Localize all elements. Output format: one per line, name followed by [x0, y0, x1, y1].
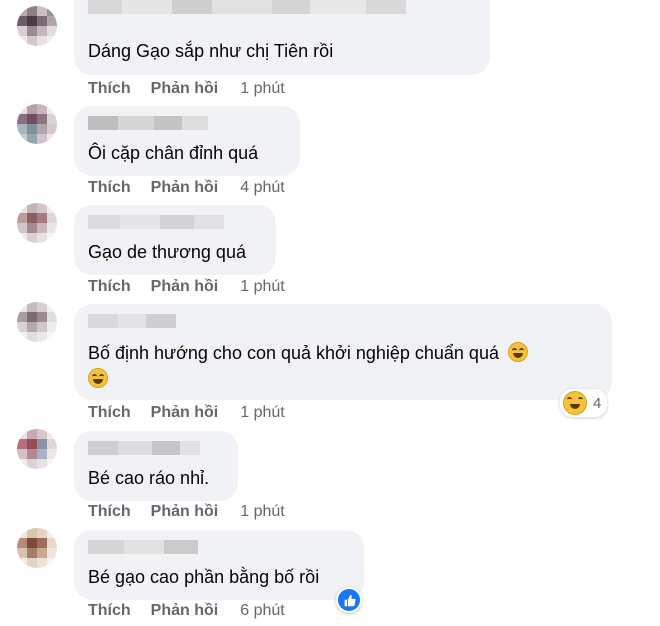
- like-link[interactable]: Thích: [88, 79, 131, 99]
- timestamp[interactable]: 4 phút: [240, 178, 284, 198]
- comment-bubble: Ôi cặp chân đỉnh quá: [74, 106, 300, 176]
- reaction-count: 4: [593, 394, 602, 412]
- laughing-emoji-icon: [507, 342, 528, 362]
- like-link[interactable]: Thích: [88, 178, 131, 198]
- comment-actions: Thích Phản hồi 6 phút: [88, 601, 285, 621]
- commenter-name-blurred[interactable]: [88, 0, 406, 14]
- comment-text: Gạo de thương quá: [88, 242, 246, 262]
- laughing-emoji-icon: [563, 391, 587, 415]
- reply-link[interactable]: Phản hồi: [151, 277, 219, 297]
- commenter-name-blurred[interactable]: [88, 540, 198, 554]
- comment-text-body: Bố định hướng cho con quả khởi nghiệp ch…: [88, 343, 499, 363]
- comment-text: Bé gạo cao phần bằng bố rồi: [88, 567, 320, 587]
- reply-link[interactable]: Phản hồi: [151, 403, 219, 423]
- comment-text: Dáng Gạo sắp như chị Tiên rồi: [88, 41, 334, 61]
- timestamp[interactable]: 1 phút: [240, 79, 284, 99]
- thumbs-up-icon[interactable]: [336, 587, 362, 613]
- comment-bubble: Gạo de thương quá: [74, 205, 276, 275]
- reply-link[interactable]: Phản hồi: [151, 502, 219, 522]
- comment-text-line2: [88, 366, 108, 392]
- comment-text: Ôi cặp chân đỉnh quá: [88, 143, 259, 163]
- laughing-emoji-icon: [88, 368, 108, 388]
- comment-actions: Thích Phản hồi 1 phút: [88, 79, 285, 99]
- like-link[interactable]: Thích: [88, 601, 131, 621]
- timestamp[interactable]: 1 phút: [240, 277, 284, 297]
- commenter-name-blurred[interactable]: [88, 116, 208, 130]
- avatar[interactable]: [17, 302, 57, 342]
- reply-link[interactable]: Phản hồi: [151, 79, 219, 99]
- commenter-name-blurred[interactable]: [88, 441, 200, 455]
- avatar[interactable]: [17, 203, 57, 243]
- timestamp[interactable]: 6 phút: [240, 601, 284, 621]
- reaction-count-badge[interactable]: 4: [560, 389, 608, 417]
- comment-text: Bố định hướng cho con quả khởi nghiệp ch…: [88, 340, 528, 366]
- timestamp[interactable]: 1 phút: [240, 502, 284, 522]
- like-link[interactable]: Thích: [88, 277, 131, 297]
- like-link[interactable]: Thích: [88, 403, 131, 423]
- comment-actions: Thích Phản hồi 4 phút: [88, 178, 285, 198]
- comment-bubble: Bé cao ráo nhỉ.: [74, 431, 238, 501]
- comment-actions: Thích Phản hồi 1 phút: [88, 403, 285, 423]
- comment-actions: Thích Phản hồi 1 phút: [88, 502, 285, 522]
- timestamp[interactable]: 1 phút: [240, 403, 284, 423]
- reply-link[interactable]: Phản hồi: [151, 601, 219, 621]
- comment-text: Bé cao ráo nhỉ.: [88, 468, 210, 488]
- avatar[interactable]: [17, 429, 57, 469]
- comment-bubble: Bố định hướng cho con quả khởi nghiệp ch…: [74, 304, 612, 400]
- avatar[interactable]: [17, 6, 57, 46]
- comment-bubble: Dáng Gạo sắp như chị Tiên rồi: [74, 0, 490, 75]
- avatar[interactable]: [17, 528, 57, 568]
- comment-actions: Thích Phản hồi 1 phút: [88, 277, 285, 297]
- commenter-name-blurred[interactable]: [88, 215, 224, 229]
- avatar[interactable]: [17, 104, 57, 144]
- commenter-name-blurred[interactable]: [88, 314, 176, 328]
- comment-bubble: Bé gạo cao phần bằng bố rồi: [74, 530, 364, 600]
- reply-link[interactable]: Phản hồi: [151, 178, 219, 198]
- like-link[interactable]: Thích: [88, 502, 131, 522]
